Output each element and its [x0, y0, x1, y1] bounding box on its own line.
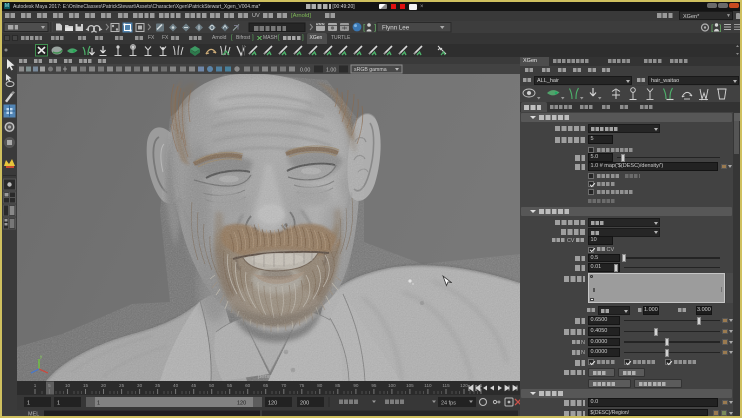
svg-text:10: 10: [65, 383, 71, 388]
svg-text:[: [: [711, 22, 714, 32]
svg-text:]: ]: [719, 22, 721, 32]
svg-text:100: 100: [388, 383, 396, 388]
svg-text:Flynn Lee: Flynn Lee: [382, 24, 410, 31]
svg-text:1: 1: [97, 401, 100, 407]
svg-text:25: 25: [119, 383, 125, 388]
svg-text:20: 20: [101, 383, 107, 388]
svg-text:120: 120: [268, 401, 277, 407]
svg-text:105: 105: [406, 383, 414, 388]
svg-text:115: 115: [442, 383, 450, 388]
svg-text:persp: persp: [258, 374, 273, 380]
svg-text:1.00: 1.00: [326, 68, 336, 74]
svg-text:75: 75: [299, 383, 305, 388]
svg-text:sRGB gamma: sRGB gamma: [354, 67, 387, 73]
svg-text:1: 1: [27, 401, 30, 407]
svg-text:30: 30: [137, 383, 143, 388]
svg-text:24 fps: 24 fps: [441, 401, 456, 407]
svg-text:110: 110: [424, 383, 432, 388]
svg-text:5: 5: [48, 383, 51, 388]
svg-text:40: 40: [173, 383, 179, 388]
svg-text:1: 1: [34, 383, 37, 388]
svg-text:90: 90: [353, 383, 359, 388]
svg-text:120: 120: [460, 383, 468, 388]
svg-text:[: [: [363, 23, 366, 32]
svg-text:1: 1: [57, 401, 60, 407]
svg-text:120: 120: [237, 401, 246, 407]
svg-text:0.00: 0.00: [300, 68, 310, 74]
svg-text:85: 85: [335, 383, 341, 388]
svg-text:MEL: MEL: [28, 412, 39, 417]
svg-text:]: ]: [374, 23, 376, 32]
svg-text:95: 95: [371, 383, 377, 388]
svg-text:50: 50: [209, 383, 215, 388]
svg-text:55: 55: [227, 383, 233, 388]
svg-text:45: 45: [191, 383, 197, 388]
svg-text:15: 15: [83, 383, 89, 388]
svg-text:70: 70: [281, 383, 287, 388]
svg-text:60: 60: [245, 383, 251, 388]
svg-text:35: 35: [155, 383, 161, 388]
svg-text:80: 80: [317, 383, 323, 388]
svg-text:65: 65: [263, 383, 269, 388]
svg-text:200: 200: [300, 401, 309, 407]
